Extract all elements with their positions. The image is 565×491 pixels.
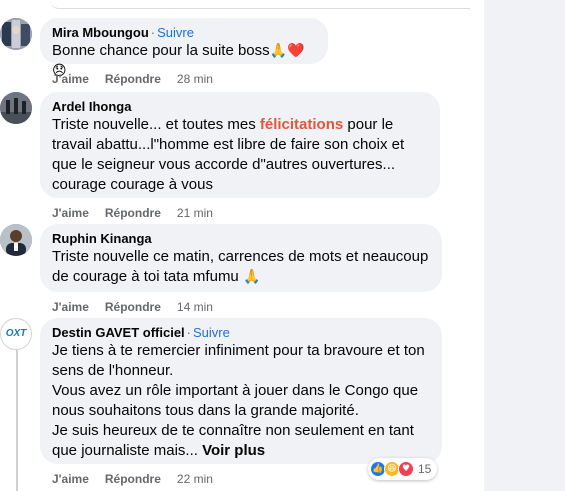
avatar-image — [0, 92, 32, 124]
author-name[interactable]: Ardel Ihonga — [52, 99, 131, 114]
reply-button[interactable]: Répondre — [105, 472, 161, 486]
timestamp[interactable]: 28 min — [177, 72, 213, 86]
comment-actions: J'aime Répondre 22 min — [52, 471, 213, 487]
avatar[interactable] — [0, 18, 32, 50]
avatar[interactable] — [0, 92, 32, 124]
timestamp[interactable]: 21 min — [177, 206, 213, 220]
avatar-image — [0, 18, 32, 50]
timestamp[interactable]: 22 min — [177, 472, 213, 486]
reaction-count: 15 — [418, 462, 432, 476]
like-button[interactable]: J'aime — [52, 300, 89, 314]
comment-text: Triste nouvelle... et toutes mes félicit… — [52, 116, 405, 193]
follow-link[interactable]: Suivre — [157, 25, 194, 40]
comment-actions: J'aime Répondre 14 min — [52, 299, 213, 315]
see-more-link[interactable]: Voir plus — [202, 442, 265, 459]
reactions-summary[interactable]: 👍 😆 ♥ 15 — [368, 458, 438, 480]
right-side-panel — [484, 0, 565, 491]
reply-thread-line — [16, 345, 18, 491]
like-button[interactable]: J'aime — [52, 472, 89, 486]
previous-comment-divider — [50, 0, 470, 9]
avatar[interactable]: OXT — [0, 318, 32, 350]
comment-bubble: Destin GAVET officiel · Suivre Je tiens à … — [40, 318, 442, 464]
avatar-logo-text: OXT — [5, 328, 27, 339]
avatar[interactable] — [0, 224, 32, 256]
follow-link[interactable]: Suivre — [193, 325, 230, 340]
timestamp[interactable]: 14 min — [177, 300, 213, 314]
highlighted-word[interactable]: félicitations — [260, 116, 343, 133]
comment-bubble: Ardel Ihonga Triste nouvelle... et toute… — [40, 92, 440, 198]
reply-button[interactable]: Répondre — [105, 206, 161, 220]
author-name[interactable]: Ruphin Kinanga — [52, 231, 152, 246]
comment-paragraph: Vous avez un rôle important à jouer dans… — [52, 382, 419, 419]
reply-button[interactable]: Répondre — [105, 300, 161, 314]
comment-paragraph: Je suis heureux de te connaître non seul… — [52, 422, 414, 459]
comment-bubble: Mira Mboungou · Suivre Bonne chance pour l… — [40, 18, 328, 79]
emoji-group: 🙏 — [242, 269, 261, 285]
author-name[interactable]: Destin GAVET officiel — [52, 325, 185, 340]
comment-text: Triste nouvelle ce matin, carrences de m… — [52, 248, 429, 285]
separator-dot: · — [150, 25, 156, 40]
comment-actions: J'aime Répondre 21 min — [52, 205, 213, 221]
avatar-image — [0, 224, 32, 256]
comment-paragraph: Je tiens à te remercier infiniment pour … — [52, 342, 425, 379]
author-name[interactable]: Mira Mboungou — [52, 25, 149, 40]
reply-button[interactable]: Répondre — [105, 72, 161, 86]
like-button[interactable]: J'aime — [52, 206, 89, 220]
love-icon: ♥ — [398, 461, 414, 477]
like-button[interactable]: J'aime — [52, 72, 89, 86]
comment-actions: J'aime Répondre 28 min — [52, 71, 213, 87]
comments-feed: Mira Mboungou · Suivre Bonne chance pour l… — [0, 0, 484, 491]
comment-bubble: Ruphin Kinanga Triste nouvelle ce matin,… — [40, 224, 442, 292]
separator-dot: · — [186, 325, 192, 340]
